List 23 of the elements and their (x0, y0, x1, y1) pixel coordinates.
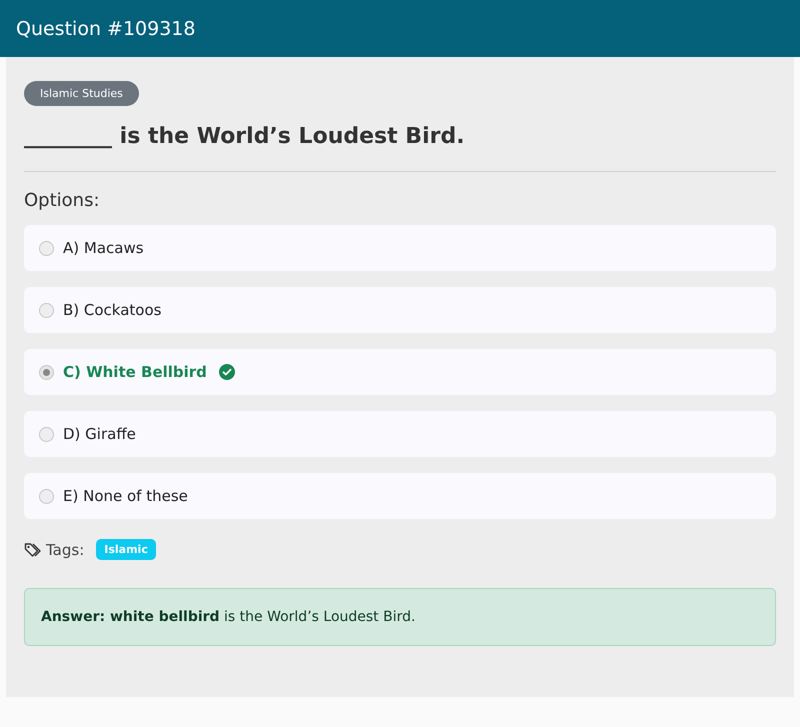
check-circle-icon (218, 364, 235, 380)
options-label: Options: (24, 190, 101, 211)
option-row[interactable]: D) Giraffe (24, 411, 776, 457)
option-label: D) Giraffe (63, 425, 136, 443)
question-text: ________ is the World’s Loudest Bird. (24, 124, 466, 149)
tags-label: Tags: (46, 540, 84, 558)
option-row[interactable]: B) Cockatoos (24, 287, 776, 333)
option-label: A) Macaws (63, 239, 144, 257)
tags-icon (24, 542, 42, 558)
option-label: E) None of these (63, 487, 188, 505)
option-row[interactable]: C) White Bellbird (24, 349, 776, 395)
radio-button[interactable] (39, 426, 54, 442)
radio-button[interactable] (39, 488, 54, 504)
answer-text: Answer: white bellbird is the World’s Loudest Bird. (41, 609, 416, 625)
radio-button[interactable] (39, 302, 54, 318)
radio-button[interactable] (39, 240, 54, 256)
category-badge: Islamic Studies (24, 81, 139, 106)
option-label: C) White Bellbird (63, 363, 207, 381)
option-row[interactable]: A) Macaws (24, 225, 776, 271)
option-label: B) Cockatoos (63, 301, 162, 319)
question-title: Question #109318 (16, 18, 196, 40)
option-row[interactable]: E) None of these (24, 473, 776, 519)
radio-button[interactable] (39, 364, 54, 380)
